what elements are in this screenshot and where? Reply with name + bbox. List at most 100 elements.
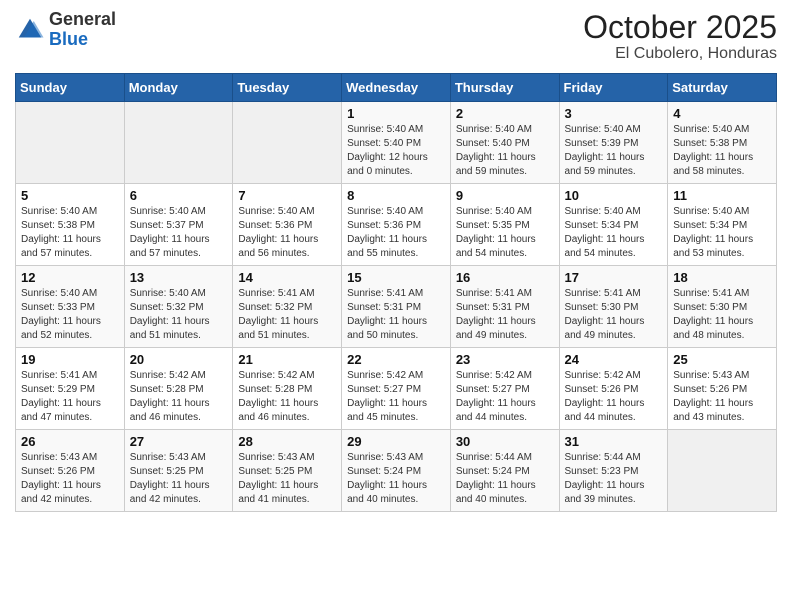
- calendar-cell: 21 Sunrise: 5:42 AMSunset: 5:28 PMDayligh…: [233, 348, 342, 430]
- calendar-cell: 25 Sunrise: 5:43 AMSunset: 5:26 PMDayligh…: [668, 348, 777, 430]
- day-info: Sunrise: 5:40 AMSunset: 5:39 PMDaylight:…: [565, 123, 663, 179]
- calendar-cell: 24 Sunrise: 5:42 AMSunset: 5:26 PMDayligh…: [559, 348, 668, 430]
- day-info: Sunrise: 5:43 AMSunset: 5:26 PMDaylight:…: [673, 369, 771, 425]
- calendar-week-row: 1 Sunrise: 5:40 AMSunset: 5:40 PMDaylight…: [16, 102, 777, 184]
- calendar-cell: 2 Sunrise: 5:40 AMSunset: 5:40 PMDaylight…: [450, 102, 559, 184]
- day-number: 8: [347, 188, 445, 203]
- calendar-cell: 16 Sunrise: 5:41 AMSunset: 5:31 PMDayligh…: [450, 266, 559, 348]
- day-number: 27: [130, 434, 228, 449]
- day-number: 9: [456, 188, 554, 203]
- calendar-cell: 18 Sunrise: 5:41 AMSunset: 5:30 PMDayligh…: [668, 266, 777, 348]
- day-number: 1: [347, 106, 445, 121]
- calendar-cell: 20Sunrise: 5:42 AMSunset: 5:28 PMDayligh…: [124, 348, 233, 430]
- calendar-table: SundayMondayTuesdayWednesdayThursdayFrid…: [15, 73, 777, 512]
- calendar-cell: 3Sunrise: 5:40 AMSunset: 5:39 PMDaylight…: [559, 102, 668, 184]
- logo-text-general: General: [49, 9, 116, 29]
- day-info: Sunrise: 5:42 AMSunset: 5:27 PMDaylight:…: [456, 369, 554, 425]
- day-info: Sunrise: 5:43 AMSunset: 5:26 PMDaylight:…: [21, 451, 119, 507]
- day-info: Sunrise: 5:43 AMSunset: 5:25 PMDaylight:…: [130, 451, 228, 507]
- day-number: 5: [21, 188, 119, 203]
- day-info: Sunrise: 5:44 AMSunset: 5:24 PMDaylight:…: [456, 451, 554, 507]
- calendar-title: October 2025: [583, 10, 777, 45]
- calendar-cell: 19Sunrise: 5:41 AMSunset: 5:29 PMDayligh…: [16, 348, 125, 430]
- calendar-cell: 15 Sunrise: 5:41 AMSunset: 5:31 PMDayligh…: [342, 266, 451, 348]
- calendar-cell: 5Sunrise: 5:40 AMSunset: 5:38 PMDaylight…: [16, 184, 125, 266]
- day-number: 14: [238, 270, 336, 285]
- day-info: Sunrise: 5:40 AMSunset: 5:33 PMDaylight:…: [21, 287, 119, 343]
- day-info: Sunrise: 5:42 AMSunset: 5:28 PMDaylight:…: [130, 369, 228, 425]
- day-number: 6: [130, 188, 228, 203]
- logo: General Blue: [15, 10, 116, 50]
- day-info: Sunrise: 5:43 AMSunset: 5:24 PMDaylight:…: [347, 451, 445, 507]
- day-info: Sunrise: 5:40 AMSunset: 5:34 PMDaylight:…: [565, 205, 663, 261]
- calendar-cell: 1 Sunrise: 5:40 AMSunset: 5:40 PMDaylight…: [342, 102, 451, 184]
- logo-text-blue: Blue: [49, 29, 88, 49]
- calendar-cell: [668, 430, 777, 512]
- day-number: 24: [565, 352, 663, 367]
- day-number: 17: [565, 270, 663, 285]
- day-info: Sunrise: 5:42 AMSunset: 5:26 PMDaylight:…: [565, 369, 663, 425]
- day-number: 18: [673, 270, 771, 285]
- weekday-header-thursday: Thursday: [450, 74, 559, 102]
- day-number: 29: [347, 434, 445, 449]
- calendar-cell: 13 Sunrise: 5:40 AMSunset: 5:32 PMDayligh…: [124, 266, 233, 348]
- calendar-subtitle: El Cubolero, Honduras: [583, 45, 777, 63]
- day-info: Sunrise: 5:41 AMSunset: 5:30 PMDaylight:…: [565, 287, 663, 343]
- calendar-cell: 30 Sunrise: 5:44 AMSunset: 5:24 PMDayligh…: [450, 430, 559, 512]
- calendar-cell: 4 Sunrise: 5:40 AMSunset: 5:38 PMDaylight…: [668, 102, 777, 184]
- day-number: 12: [21, 270, 119, 285]
- day-info: Sunrise: 5:40 AMSunset: 5:32 PMDaylight:…: [130, 287, 228, 343]
- day-number: 13: [130, 270, 228, 285]
- day-number: 7: [238, 188, 336, 203]
- day-number: 15: [347, 270, 445, 285]
- calendar-cell: 17 Sunrise: 5:41 AMSunset: 5:30 PMDayligh…: [559, 266, 668, 348]
- calendar-cell: 23 Sunrise: 5:42 AMSunset: 5:27 PMDayligh…: [450, 348, 559, 430]
- logo-wordmark: General Blue: [49, 10, 116, 50]
- title-block: October 2025 El Cubolero, Honduras: [583, 10, 777, 63]
- day-number: 26: [21, 434, 119, 449]
- day-info: Sunrise: 5:41 AMSunset: 5:30 PMDaylight:…: [673, 287, 771, 343]
- day-number: 30: [456, 434, 554, 449]
- day-number: 23: [456, 352, 554, 367]
- day-number: 25: [673, 352, 771, 367]
- calendar-cell: 28Sunrise: 5:43 AMSunset: 5:25 PMDayligh…: [233, 430, 342, 512]
- day-info: Sunrise: 5:40 AMSunset: 5:35 PMDaylight:…: [456, 205, 554, 261]
- day-info: Sunrise: 5:40 AMSunset: 5:40 PMDaylight:…: [456, 123, 554, 179]
- calendar-cell: 6 Sunrise: 5:40 AMSunset: 5:37 PMDaylight…: [124, 184, 233, 266]
- calendar-cell: 9 Sunrise: 5:40 AMSunset: 5:35 PMDaylight…: [450, 184, 559, 266]
- weekday-header-wednesday: Wednesday: [342, 74, 451, 102]
- day-info: Sunrise: 5:40 AMSunset: 5:37 PMDaylight:…: [130, 205, 228, 261]
- page-header: General Blue October 2025 El Cubolero, H…: [15, 10, 777, 63]
- day-number: 2: [456, 106, 554, 121]
- day-info: Sunrise: 5:40 AMSunset: 5:40 PMDaylight:…: [347, 123, 445, 179]
- day-number: 10: [565, 188, 663, 203]
- day-info: Sunrise: 5:40 AMSunset: 5:36 PMDaylight:…: [238, 205, 336, 261]
- day-info: Sunrise: 5:40 AMSunset: 5:38 PMDaylight:…: [673, 123, 771, 179]
- calendar-week-row: 12 Sunrise: 5:40 AMSunset: 5:33 PMDayligh…: [16, 266, 777, 348]
- calendar-cell: 31 Sunrise: 5:44 AMSunset: 5:23 PMDayligh…: [559, 430, 668, 512]
- day-info: Sunrise: 5:44 AMSunset: 5:23 PMDaylight:…: [565, 451, 663, 507]
- logo-icon: [15, 15, 45, 45]
- calendar-cell: 26 Sunrise: 5:43 AMSunset: 5:26 PMDayligh…: [16, 430, 125, 512]
- day-number: 16: [456, 270, 554, 285]
- calendar-cell: [233, 102, 342, 184]
- day-number: 22: [347, 352, 445, 367]
- day-info: Sunrise: 5:42 AMSunset: 5:28 PMDaylight:…: [238, 369, 336, 425]
- day-info: Sunrise: 5:41 AMSunset: 5:29 PMDaylight:…: [21, 369, 119, 425]
- calendar-cell: 27 Sunrise: 5:43 AMSunset: 5:25 PMDayligh…: [124, 430, 233, 512]
- weekday-header-sunday: Sunday: [16, 74, 125, 102]
- day-info: Sunrise: 5:41 AMSunset: 5:31 PMDaylight:…: [347, 287, 445, 343]
- day-info: Sunrise: 5:40 AMSunset: 5:34 PMDaylight:…: [673, 205, 771, 261]
- day-number: 21: [238, 352, 336, 367]
- calendar-week-row: 19Sunrise: 5:41 AMSunset: 5:29 PMDayligh…: [16, 348, 777, 430]
- calendar-week-row: 26 Sunrise: 5:43 AMSunset: 5:26 PMDayligh…: [16, 430, 777, 512]
- day-number: 31: [565, 434, 663, 449]
- day-number: 28: [238, 434, 336, 449]
- calendar-cell: 14Sunrise: 5:41 AMSunset: 5:32 PMDayligh…: [233, 266, 342, 348]
- day-number: 4: [673, 106, 771, 121]
- day-info: Sunrise: 5:41 AMSunset: 5:31 PMDaylight:…: [456, 287, 554, 343]
- calendar-cell: [16, 102, 125, 184]
- calendar-cell: 11Sunrise: 5:40 AMSunset: 5:34 PMDayligh…: [668, 184, 777, 266]
- day-info: Sunrise: 5:40 AMSunset: 5:36 PMDaylight:…: [347, 205, 445, 261]
- calendar-cell: 10 Sunrise: 5:40 AMSunset: 5:34 PMDayligh…: [559, 184, 668, 266]
